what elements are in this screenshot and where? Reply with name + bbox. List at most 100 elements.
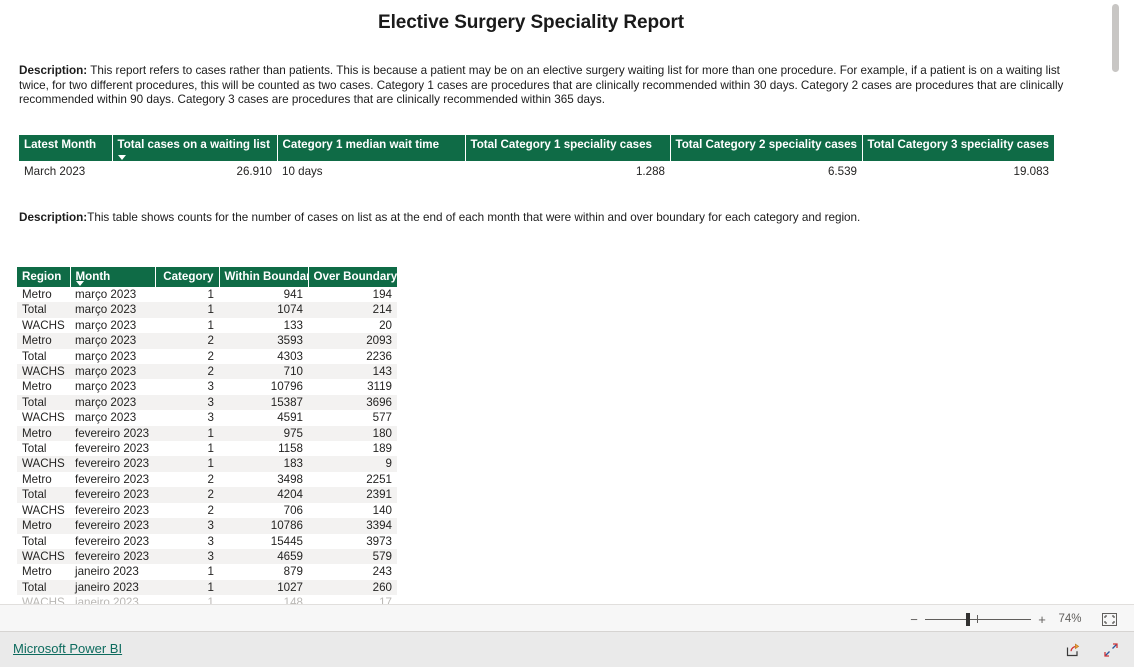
cell-within-boundary: 133 <box>219 317 308 334</box>
cell-over-boundary: 3119 <box>308 379 397 395</box>
zoom-slider-thumb[interactable] <box>966 613 970 626</box>
column-header-over-boundary[interactable]: Over Boundary <box>308 267 397 287</box>
detail-table[interactable]: Region Month Category Within Boundary Ov… <box>17 267 397 604</box>
cell-month: março 2023 <box>70 394 155 411</box>
column-header-total-category-3-cases[interactable]: Total Category 3 speciality cases <box>862 135 1054 161</box>
cell-within-boundary: 1074 <box>219 302 308 318</box>
table-row[interactable]: WACHS março 2023 2 710 143 <box>17 364 397 380</box>
zoom-slider[interactable] <box>925 605 1031 633</box>
table-row[interactable]: Metro janeiro 2023 1 879 243 <box>17 564 397 580</box>
cell-month: março 2023 <box>70 348 155 365</box>
cell-within-boundary: 975 <box>219 425 308 442</box>
table-row[interactable]: WACHS fevereiro 2023 1 183 9 <box>17 456 397 472</box>
cell-category: 2 <box>155 333 219 349</box>
cell-within-boundary: 10786 <box>219 518 308 534</box>
table-row[interactable]: Metro março 2023 2 3593 2093 <box>17 333 397 349</box>
table-row[interactable]: Total março 2023 1 1074 214 <box>17 302 397 318</box>
cell-region: Total <box>17 487 70 503</box>
table-row[interactable]: Metro março 2023 1 941 194 <box>17 287 397 303</box>
page-title: Elective Surgery Speciality Report <box>378 12 684 33</box>
fit-to-screen-icon <box>1101 612 1117 626</box>
summary-table[interactable]: Latest Month Total cases on a waiting li… <box>19 135 1054 181</box>
cell-over-boundary: 260 <box>308 579 397 596</box>
table-row[interactable]: Total fevereiro 2023 1 1158 189 <box>17 441 397 457</box>
table-row[interactable]: Total março 2023 3 15387 3696 <box>17 394 397 411</box>
cell-within-boundary: 941 <box>219 287 308 303</box>
cell-category: 1 <box>155 287 219 303</box>
column-header-within-boundary[interactable]: Within Boundary <box>219 267 309 287</box>
table-row[interactable]: WACHS março 2023 3 4591 577 <box>17 410 397 426</box>
table-row[interactable]: Metro fevereiro 2023 2 3498 2251 <box>17 471 397 488</box>
column-header-region[interactable]: Region <box>17 267 71 287</box>
column-header-label: Total Category 1 speciality cases <box>470 138 653 151</box>
column-header-month[interactable]: Month <box>70 267 156 287</box>
cell-over-boundary: 2236 <box>308 348 397 365</box>
table-row[interactable]: WACHS janeiro 2023 1 148 17 <box>17 595 397 604</box>
column-header-total-category-1-cases[interactable]: Total Category 1 speciality cases <box>465 135 671 161</box>
cell-within-boundary: 3498 <box>219 471 308 488</box>
cell-region: Metro <box>17 518 70 534</box>
column-header-category-1-median-wait-time[interactable]: Category 1 median wait time <box>277 135 466 161</box>
report-footer: Microsoft Power BI <box>0 632 1134 667</box>
report-vertical-scrollbar[interactable] <box>1110 0 1122 604</box>
sort-descending-icon <box>75 281 84 286</box>
cell-over-boundary: 140 <box>308 502 397 519</box>
cell-region: Metro <box>17 425 70 442</box>
summary-table-header-row: Latest Month Total cases on a waiting li… <box>19 135 1054 161</box>
table-row[interactable]: Total fevereiro 2023 2 4204 2391 <box>17 487 397 503</box>
cell-within-boundary: 879 <box>219 564 308 580</box>
column-header-total-category-2-cases[interactable]: Total Category 2 speciality cases <box>670 135 863 161</box>
table-row[interactable]: Metro fevereiro 2023 3 10786 3394 <box>17 518 397 534</box>
power-bi-brand-link[interactable]: Microsoft Power BI <box>13 641 122 656</box>
column-header-category[interactable]: Category <box>155 267 220 287</box>
cell-region: Metro <box>17 471 70 488</box>
table-row[interactable]: WACHS fevereiro 2023 2 706 140 <box>17 502 397 519</box>
sort-descending-icon <box>117 155 126 160</box>
cell-region: WACHS <box>17 502 70 519</box>
table-row[interactable]: Metro março 2023 3 10796 3119 <box>17 379 397 395</box>
column-header-label: Total Category 3 speciality cases <box>867 138 1050 151</box>
cell-cat2-cases: 6.539 <box>670 161 862 181</box>
footer-icon-group <box>1064 632 1120 667</box>
column-header-total-cases-waiting-list[interactable]: Total cases on a waiting list <box>112 135 278 161</box>
cell-month: março 2023 <box>70 302 155 318</box>
share-button[interactable] <box>1064 641 1082 659</box>
scrollbar-thumb[interactable] <box>1112 4 1119 72</box>
column-header-label: Over Boundary <box>313 270 398 283</box>
cell-cat1-cases: 1.288 <box>465 161 670 181</box>
cell-category: 3 <box>155 410 219 426</box>
column-header-latest-month[interactable]: Latest Month <box>19 135 113 161</box>
cell-category: 1 <box>155 317 219 334</box>
cell-within-boundary: 15445 <box>219 533 308 549</box>
cell-category: 1 <box>155 302 219 318</box>
cell-over-boundary: 194 <box>308 287 397 303</box>
table-row[interactable]: March 2023 26.910 10 days 1.288 6.539 19… <box>19 161 1054 181</box>
zoom-out-button[interactable]: − <box>906 605 922 633</box>
cell-region: Total <box>17 394 70 411</box>
cell-category: 2 <box>155 364 219 380</box>
table-row[interactable]: Total março 2023 2 4303 2236 <box>17 348 397 365</box>
column-header-label: Total cases on a waiting list <box>117 138 270 151</box>
table-row[interactable]: WACHS fevereiro 2023 3 4659 579 <box>17 548 397 565</box>
zoom-in-button[interactable]: + <box>1034 605 1050 633</box>
column-header-label: Category <box>163 270 214 283</box>
cell-within-boundary: 706 <box>219 502 308 519</box>
cell-month: março 2023 <box>70 317 155 334</box>
cell-within-boundary: 4659 <box>219 548 308 565</box>
column-header-label: Within Boundary <box>224 270 308 283</box>
cell-category: 3 <box>155 533 219 549</box>
table-row[interactable]: Total fevereiro 2023 3 15445 3973 <box>17 533 397 549</box>
cell-region: Metro <box>17 564 70 580</box>
fullscreen-button[interactable] <box>1102 641 1120 659</box>
cell-over-boundary: 20 <box>308 317 397 334</box>
cell-category: 2 <box>155 348 219 365</box>
cell-category: 1 <box>155 456 219 472</box>
cell-region: WACHS <box>17 317 70 334</box>
table-row[interactable]: Metro fevereiro 2023 1 975 180 <box>17 425 397 442</box>
cell-category: 1 <box>155 564 219 580</box>
cell-within-boundary: 710 <box>219 364 308 380</box>
fit-to-screen-button[interactable] <box>1096 605 1122 633</box>
table-row[interactable]: WACHS março 2023 1 133 20 <box>17 317 397 334</box>
table-row[interactable]: Total janeiro 2023 1 1027 260 <box>17 579 397 596</box>
cell-month: janeiro 2023 <box>70 579 155 596</box>
